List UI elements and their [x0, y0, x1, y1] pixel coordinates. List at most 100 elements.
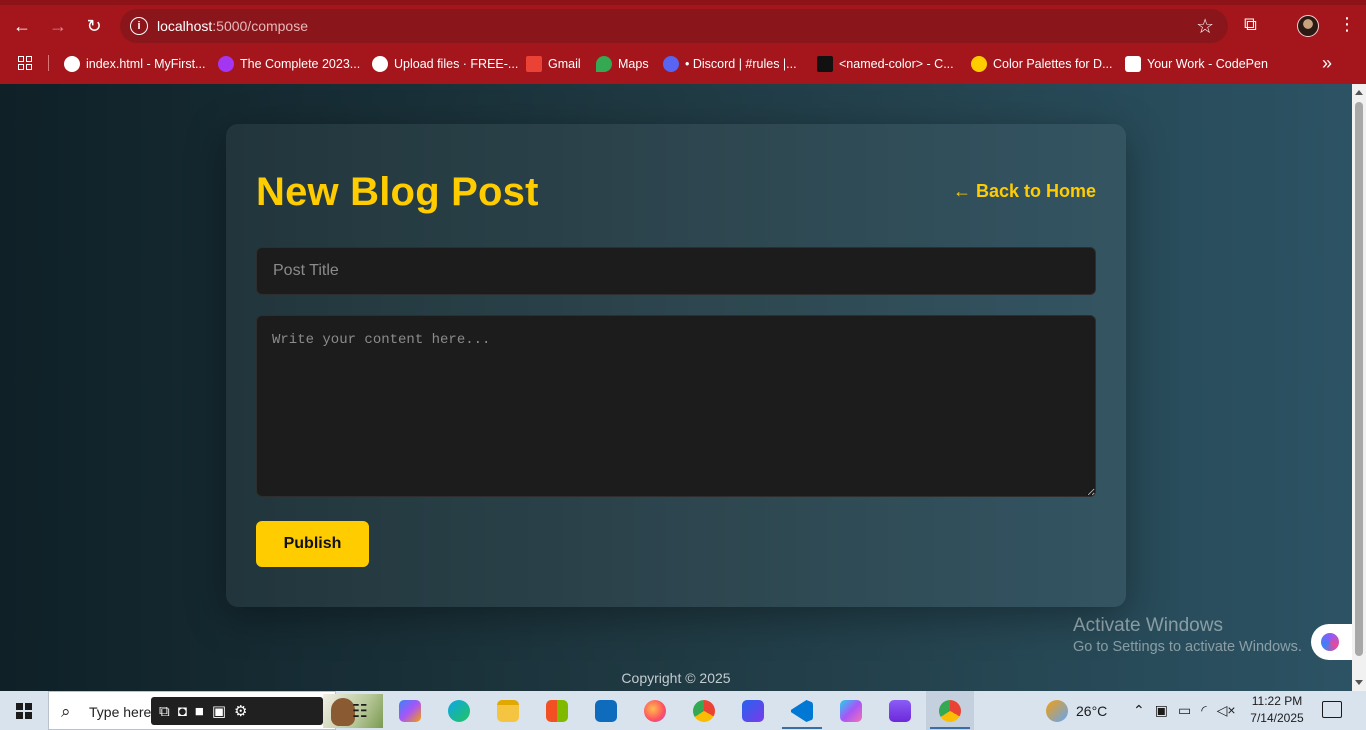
- clock-date: 7/14/2025: [1250, 711, 1304, 725]
- profile-avatar[interactable]: [1297, 15, 1319, 37]
- chevron-up-icon[interactable]: ⌃: [1133, 702, 1145, 719]
- chrome-icon[interactable]: [690, 697, 718, 725]
- scrollbar-thumb[interactable]: [1355, 102, 1363, 656]
- weather-widget[interactable]: 26°C: [1046, 691, 1107, 730]
- reload-icon[interactable]: ↻: [78, 10, 110, 42]
- mdn-icon: [817, 56, 833, 72]
- page-viewport: New Blog Post ← Back to Home Publish Cop…: [0, 84, 1352, 691]
- settings-gear-icon[interactable]: ⚙: [234, 702, 247, 720]
- address-bar[interactable]: i localhost:5000/compose ☆: [120, 9, 1228, 43]
- bookmark-item[interactable]: The Complete 2023...: [218, 55, 360, 73]
- camera-icon[interactable]: ◘: [178, 703, 187, 720]
- bookmarks-bar: index.html - MyFirst... The Complete 202…: [0, 47, 1366, 79]
- windows-logo-icon: [16, 702, 32, 719]
- bookmark-item[interactable]: Gmail: [526, 55, 581, 73]
- scroll-up-icon[interactable]: [1355, 90, 1363, 95]
- bookmark-star-icon[interactable]: ☆: [1196, 14, 1214, 39]
- globe-icon: [64, 56, 80, 72]
- windows-taskbar: ⌕ Type here ⧉ ◘ ■ ▣ ⚙ ☷ 26°C ⌃ ▣ ▭ ◜ ◁× …: [0, 691, 1366, 730]
- edge-icon[interactable]: [445, 697, 473, 725]
- discord-icon: [663, 56, 679, 72]
- vscode-running-indicator: [782, 727, 822, 729]
- palette-icon: [971, 56, 987, 72]
- compose-card: New Blog Post ← Back to Home Publish: [226, 124, 1126, 607]
- copilot-icon[interactable]: [396, 697, 424, 725]
- apps-grid-icon[interactable]: [18, 56, 33, 71]
- bookmark-item[interactable]: Maps: [596, 55, 649, 73]
- footer-copyright: Copyright © 2025: [621, 670, 731, 686]
- back-arrow-icon[interactable]: ←: [6, 10, 38, 42]
- m365-icon[interactable]: [837, 697, 865, 725]
- github-icon: [372, 56, 388, 72]
- bookmark-label: The Complete 2023...: [240, 57, 361, 71]
- volume-muted-icon[interactable]: ◁×: [1217, 702, 1236, 719]
- scroll-down-icon[interactable]: [1355, 680, 1363, 685]
- codepen-icon: [1125, 56, 1141, 72]
- watermark-subtitle: Go to Settings to activate Windows.: [1073, 639, 1302, 655]
- chrome-running-indicator: [930, 727, 970, 729]
- bookmark-item[interactable]: Color Palettes for D...: [971, 55, 1113, 73]
- weather-temperature: 26°C: [1076, 702, 1108, 719]
- post-content-textarea[interactable]: [256, 315, 1096, 497]
- publish-button[interactable]: Publish: [256, 521, 369, 567]
- power-automate-icon[interactable]: [739, 697, 767, 725]
- site-info-icon[interactable]: i: [130, 17, 148, 35]
- vscode-icon[interactable]: [788, 697, 816, 725]
- bookmark-item[interactable]: Your Work - CodePen: [1125, 55, 1268, 73]
- clock-time: 11:22 PM: [1251, 694, 1303, 708]
- search-placeholder: Type here: [89, 704, 152, 720]
- activate-windows-watermark: Activate Windows Go to Settings to activ…: [1073, 615, 1302, 655]
- system-tray: ⌃ ▣ ▭ ◜ ◁×: [1133, 691, 1236, 730]
- browser-chrome: ← → ↻ i localhost:5000/compose ☆ ⧉ ⋮ ind…: [0, 0, 1366, 84]
- post-title-input[interactable]: [256, 247, 1096, 295]
- bookmark-label: • Discord | #rules |...: [685, 57, 797, 71]
- battery-icon[interactable]: ▭: [1178, 702, 1191, 719]
- udemy-icon: [218, 56, 234, 72]
- taskbar-clock[interactable]: 11:22 PM 7/14/2025: [1247, 693, 1307, 727]
- brain-icon: [1321, 633, 1339, 651]
- bookmark-item[interactable]: index.html - MyFirst...: [64, 55, 205, 73]
- bookmarks-divider: [48, 55, 49, 71]
- capture-toolbar: ⧉ ◘ ■ ▣ ⚙: [151, 697, 323, 725]
- browser-toolbar: ← → ↻ i localhost:5000/compose ☆ ⧉ ⋮: [0, 5, 1366, 47]
- page-title: New Blog Post: [256, 170, 539, 214]
- taskbar-search-box[interactable]: ⌕ Type here ⧉ ◘ ■ ▣ ⚙: [48, 691, 383, 730]
- search-icon: ⌕: [61, 702, 71, 721]
- back-to-home-link[interactable]: ← Back to Home: [953, 181, 1096, 202]
- page-scrollbar[interactable]: [1352, 84, 1366, 691]
- floating-assistant-widget[interactable]: [1311, 624, 1352, 660]
- bookmark-label: Maps: [618, 57, 649, 71]
- gmail-icon: [526, 56, 542, 72]
- chrome-profile-icon[interactable]: [936, 697, 964, 725]
- notification-center-icon[interactable]: [1322, 701, 1342, 718]
- url-path: :5000/compose: [212, 18, 308, 34]
- meet-now-icon[interactable]: ▣: [1155, 702, 1168, 719]
- bookmark-label: Color Palettes for D...: [993, 57, 1113, 71]
- window-icon[interactable]: ▣: [212, 702, 226, 720]
- more-menu-icon[interactable]: ⋮: [1338, 14, 1356, 35]
- url-text[interactable]: localhost:5000/compose: [157, 18, 308, 34]
- outlook-icon[interactable]: [592, 697, 620, 725]
- microsoft-store-icon[interactable]: [543, 697, 571, 725]
- bookmark-item[interactable]: • Discord | #rules |...: [663, 55, 797, 73]
- clipchamp-icon[interactable]: [886, 697, 914, 725]
- wifi-icon[interactable]: ◜: [1201, 702, 1206, 719]
- bookmark-label: Your Work - CodePen: [1147, 57, 1268, 71]
- bookmark-label: <named-color> - C...: [839, 57, 954, 71]
- bookmark-label: index.html - MyFirst...: [86, 57, 206, 71]
- weather-icon: [1046, 699, 1068, 722]
- file-explorer-icon[interactable]: [494, 697, 522, 725]
- firefox-icon[interactable]: [641, 697, 669, 725]
- start-button[interactable]: [0, 691, 48, 730]
- extensions-puzzle-icon[interactable]: ⧉: [1244, 14, 1257, 35]
- maps-pin-icon: [596, 56, 612, 72]
- forward-arrow-icon[interactable]: →: [42, 10, 74, 42]
- bookmark-item[interactable]: <named-color> - C...: [817, 55, 954, 73]
- bookmark-label: Gmail: [548, 57, 581, 71]
- task-view-icon[interactable]: ☷: [346, 697, 374, 725]
- screenshot-icon[interactable]: ⧉: [159, 703, 170, 720]
- bookmarks-overflow-icon[interactable]: »: [1322, 53, 1332, 74]
- bookmark-label: Upload files · FREE-...: [394, 57, 519, 71]
- bookmark-item[interactable]: Upload files · FREE-...: [372, 55, 518, 73]
- video-icon[interactable]: ■: [195, 703, 204, 720]
